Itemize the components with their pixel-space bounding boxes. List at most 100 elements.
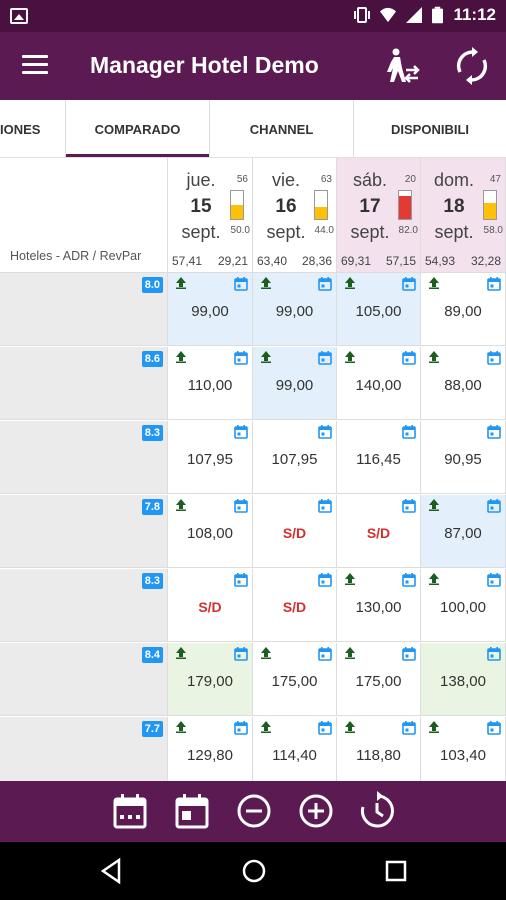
price-value: 179,00 [187,673,233,690]
price-value: 140,00 [355,377,402,394]
history-icon[interactable] [357,791,397,831]
sync-icon[interactable] [452,46,492,86]
calendar-icon[interactable] [402,573,416,587]
revpar-value: 32,28 [470,254,501,268]
price-value: 90,95 [444,451,482,468]
calendar-icon[interactable] [234,721,248,735]
price-cell[interactable]: 175,00 [337,643,421,716]
price-cell[interactable]: 100,00 [421,569,506,642]
price-value: 88,00 [444,377,482,394]
price-cell[interactable]: S/D [253,569,337,642]
calendar-icon[interactable] [318,721,332,735]
price-cell[interactable]: 138,00 [421,643,506,716]
walk-icon[interactable] [382,46,422,86]
price-cell[interactable]: 107,95 [253,421,337,494]
price-cell[interactable]: S/D [337,495,421,568]
price-cell[interactable]: 130,00 [337,569,421,642]
day-number: 17 [359,196,381,217]
tab-comparador[interactable]: COMPARADO [66,100,210,157]
capacity-value: 56 [236,174,248,185]
hotel-cell[interactable]: 8.3 [0,569,168,642]
image-icon [10,8,28,24]
price-cell[interactable]: 129,80 [168,717,253,790]
price-cell[interactable]: 99,00 [168,273,253,346]
price-cell[interactable]: 175,00 [253,643,337,716]
adr-value: 63,40 [257,254,288,268]
tab-bar: IONES COMPARADO CHANNEL DISPONIBILI [0,100,506,158]
hotel-cell[interactable]: 7.8 [0,495,168,568]
occupancy-bar [314,190,328,220]
hotel-cell[interactable]: 8.0 [0,273,168,346]
calendar-icon[interactable] [318,351,332,365]
calendar-icon[interactable] [402,351,416,365]
hotel-cell[interactable]: 8.3 [0,421,168,494]
arrow-up-icon [429,573,439,585]
calendar-icon[interactable] [318,425,332,439]
price-cell[interactable]: 110,00 [168,347,253,420]
price-cell[interactable]: 114,40 [253,717,337,790]
price-cell[interactable]: 103,40 [421,717,506,790]
table-row: 8.0 99,00 99,00 105,00 89,00 [0,273,506,346]
page-title: Manager Hotel Demo [90,52,319,78]
price-cell[interactable]: S/D [253,495,337,568]
calendar-icon[interactable] [402,425,416,439]
calendar-icon[interactable] [234,573,248,587]
calendar-icon[interactable] [234,647,248,661]
day-number: 15 [190,196,212,217]
signal-icon [406,7,423,23]
price-cell[interactable]: 87,00 [421,495,506,568]
calendar-icon[interactable] [318,277,332,291]
calendar-icon[interactable] [402,277,416,291]
day-name: sáb. [352,170,388,190]
calendar-icon[interactable] [234,351,248,365]
price-cell[interactable]: 118,80 [337,717,421,790]
zoom-in-icon[interactable] [296,791,336,831]
calendar-week-icon[interactable] [110,791,150,831]
tab-ciones[interactable]: IONES [0,100,66,157]
back-icon[interactable] [97,856,127,886]
calendar-icon[interactable] [234,425,248,439]
calendar-icon[interactable] [234,499,248,513]
price-cell[interactable]: S/D [168,569,253,642]
hotel-cell[interactable]: 8.6 [0,347,168,420]
price-cell[interactable]: 90,95 [421,421,506,494]
hotel-cell[interactable]: 8.4 [0,643,168,716]
calendar-icon[interactable] [402,721,416,735]
day-header: sáb. 17 sept. 20 82.0 69,31 57,15 [337,158,421,273]
home-icon[interactable] [239,856,269,886]
calendar-day-icon[interactable] [172,791,212,831]
tab-disponibilidad[interactable]: DISPONIBILI [354,100,506,157]
calendar-icon[interactable] [487,721,501,735]
calendar-icon[interactable] [487,647,501,661]
price-cell[interactable]: 99,00 [253,273,337,346]
price-cell[interactable]: 105,00 [337,273,421,346]
hotel-cell[interactable]: 7.7 [0,717,168,790]
price-cell[interactable]: 179,00 [168,643,253,716]
price-value: S/D [282,525,307,541]
calendar-icon[interactable] [318,647,332,661]
price-cell[interactable]: 99,00 [253,347,337,420]
price-cell[interactable]: 108,00 [168,495,253,568]
calendar-icon[interactable] [487,573,501,587]
calendar-icon[interactable] [402,499,416,513]
price-cell[interactable]: 89,00 [421,273,506,346]
recents-icon[interactable] [381,856,411,886]
menu-icon[interactable] [22,55,48,77]
table-row: 8.4 179,00 175,00 175,00 138,00 [0,643,506,716]
price-cell[interactable]: 107,95 [168,421,253,494]
calendar-icon[interactable] [487,277,501,291]
price-value: S/D [366,525,391,541]
calendar-icon[interactable] [487,351,501,365]
calendar-icon[interactable] [487,425,501,439]
calendar-icon[interactable] [318,499,332,513]
calendar-icon[interactable] [402,647,416,661]
calendar-icon[interactable] [234,277,248,291]
price-cell[interactable]: 140,00 [337,347,421,420]
calendar-icon[interactable] [318,573,332,587]
tab-channel[interactable]: CHANNEL [210,100,354,157]
price-cell[interactable]: 88,00 [421,347,506,420]
price-cell[interactable]: 116,45 [337,421,421,494]
calendar-icon[interactable] [487,499,501,513]
arrow-up-icon [429,499,439,511]
zoom-out-icon[interactable] [234,791,274,831]
